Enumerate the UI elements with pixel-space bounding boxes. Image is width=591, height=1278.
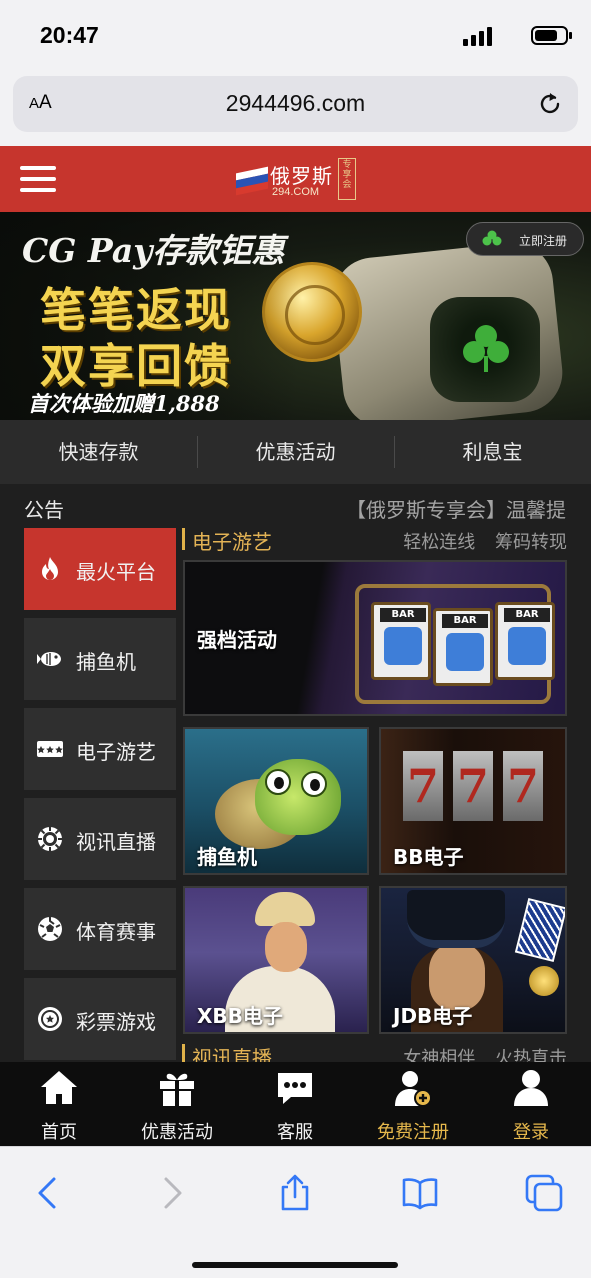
nav-label: 客服 [277, 1122, 313, 1143]
category-hot-platforms[interactable]: 最火平台 [24, 528, 176, 610]
battery-icon [531, 26, 572, 45]
section-title-slots: 电子游艺 [192, 530, 272, 554]
url-text[interactable]: 2944496.com [13, 90, 578, 117]
home-indicator [192, 1262, 398, 1268]
sidebar-item-label: 彩票游戏 [76, 1010, 156, 1034]
address-bar[interactable]: AA 2944496.com [13, 76, 578, 132]
nav-free-register[interactable]: 免费注册 [354, 1062, 472, 1146]
nav-label: 优惠活动 [141, 1122, 213, 1143]
bottom-nav: 首页 优惠活动 客服 免费注册 登录 [0, 1062, 591, 1146]
menu-icon[interactable] [20, 164, 56, 194]
announcement-bar[interactable]: 公告 【俄罗斯专享会】温馨提 [0, 484, 591, 526]
nav-promotions[interactable]: 优惠活动 [118, 1062, 236, 1146]
user-icon [514, 1070, 548, 1106]
card-title: XBB电子 [197, 1004, 283, 1028]
slot-reel-image: 7 [403, 751, 443, 821]
status-time: 20:47 [40, 22, 99, 48]
soccer-ball-icon [38, 917, 62, 941]
promotions-link[interactable]: 优惠活动 [197, 420, 394, 484]
lottery-icon [38, 1007, 62, 1031]
forward-icon[interactable] [152, 1173, 192, 1213]
xbb-electronic-card[interactable]: XBB电子 [183, 886, 369, 1034]
card-title: 强档活动 [197, 628, 277, 652]
browser-toolbar [0, 1146, 591, 1278]
nav-label: 免费注册 [377, 1122, 449, 1143]
nav-home[interactable]: 首页 [0, 1062, 118, 1146]
nav-label: 登录 [513, 1122, 549, 1143]
bb-electronic-card[interactable]: 7 7 7 BB电子 [379, 727, 567, 875]
category-fishing[interactable]: 捕鱼机 [24, 618, 176, 700]
quick-nav: 快速存款 优惠活动 利息宝 [0, 420, 591, 484]
featured-event-card[interactable]: BAR BAR BAR 强档活动 [183, 560, 567, 716]
coin-icon [529, 966, 559, 996]
fish-icon [37, 652, 61, 666]
chip-icon [38, 827, 62, 851]
home-icon [41, 1071, 77, 1104]
announcement-text[interactable]: 【俄罗斯专享会】温馨提 [346, 494, 591, 523]
gift-icon [160, 1073, 194, 1106]
game-lobby: 最火平台 捕鱼机 电子游艺 视讯直播 体育赛事 彩票游戏 电子游艺 轻松连线 筹… [0, 526, 591, 1062]
sidebar-item-label: 最火平台 [76, 560, 156, 584]
playing-cards-image [514, 897, 565, 963]
section-marker [182, 1044, 185, 1062]
status-bar: 20:47 [0, 0, 591, 76]
clover-icon [482, 230, 502, 246]
section-marker [182, 528, 185, 550]
add-user-icon [395, 1071, 432, 1107]
category-sports[interactable]: 体育赛事 [24, 888, 176, 970]
sidebar-item-label: 捕鱼机 [76, 650, 136, 674]
sidebar-item-label: 体育赛事 [76, 920, 156, 944]
section-tags: 女神相伴 火热直击 [403, 1048, 567, 1062]
banner-register-button[interactable]: 立即注册 [466, 222, 584, 256]
site-header: 俄罗斯 294.COM 专享会 [0, 146, 591, 212]
logo-name: 俄罗斯 [270, 166, 333, 188]
reload-icon[interactable] [536, 90, 564, 118]
nav-customer-service[interactable]: 客服 [236, 1062, 354, 1146]
promo-banner[interactable]: CG Pay存款钜惠 笔笔返现 双享回馈 首次体验加赠1,888 立即注册 [0, 212, 591, 420]
signal-icon [463, 26, 495, 46]
interest-treasure-link[interactable]: 利息宝 [394, 420, 591, 484]
logo-tag: 专享会 [338, 158, 356, 200]
banner-subline: 首次体验加赠1,888 [28, 391, 220, 416]
flame-icon [42, 557, 58, 580]
banner-title: CG Pay存款钜惠 [22, 231, 285, 270]
category-slots[interactable]: 电子游艺 [24, 708, 176, 790]
fishing-game-card[interactable]: 捕鱼机 [183, 727, 369, 875]
section-title-live: 视讯直播 [192, 1046, 272, 1062]
site-logo[interactable]: 俄罗斯 294.COM 专享会 [236, 158, 358, 202]
slot-icon [37, 741, 63, 757]
card-title: 捕鱼机 [197, 845, 257, 869]
back-icon[interactable] [28, 1173, 68, 1213]
banner-headline-2: 双享回馈 [40, 339, 232, 393]
sidebar-item-label: 视讯直播 [76, 830, 156, 854]
clover-icon [463, 325, 509, 372]
sidebar-item-label: 电子游艺 [76, 740, 156, 764]
tabs-icon[interactable] [524, 1173, 564, 1213]
card-title: JDB电子 [393, 1004, 473, 1028]
card-title: BB电子 [393, 845, 464, 869]
announcement-label: 公告 [24, 498, 64, 522]
logo-domain: 294.COM [272, 186, 320, 198]
share-icon[interactable] [275, 1173, 315, 1213]
chat-icon [278, 1073, 312, 1104]
browser-address-area: AA 2944496.com [0, 76, 591, 146]
flag-icon [236, 166, 268, 196]
bookmarks-icon[interactable] [400, 1173, 440, 1213]
category-live-casino[interactable]: 视讯直播 [24, 798, 176, 880]
quick-deposit-link[interactable]: 快速存款 [0, 420, 197, 484]
jdb-electronic-card[interactable]: JDB电子 [379, 886, 567, 1034]
category-lottery[interactable]: 彩票游戏 [24, 978, 176, 1060]
nav-login[interactable]: 登录 [472, 1062, 590, 1146]
nav-label: 首页 [41, 1122, 77, 1143]
section-tags: 轻松连线 筹码转现 [403, 532, 567, 553]
